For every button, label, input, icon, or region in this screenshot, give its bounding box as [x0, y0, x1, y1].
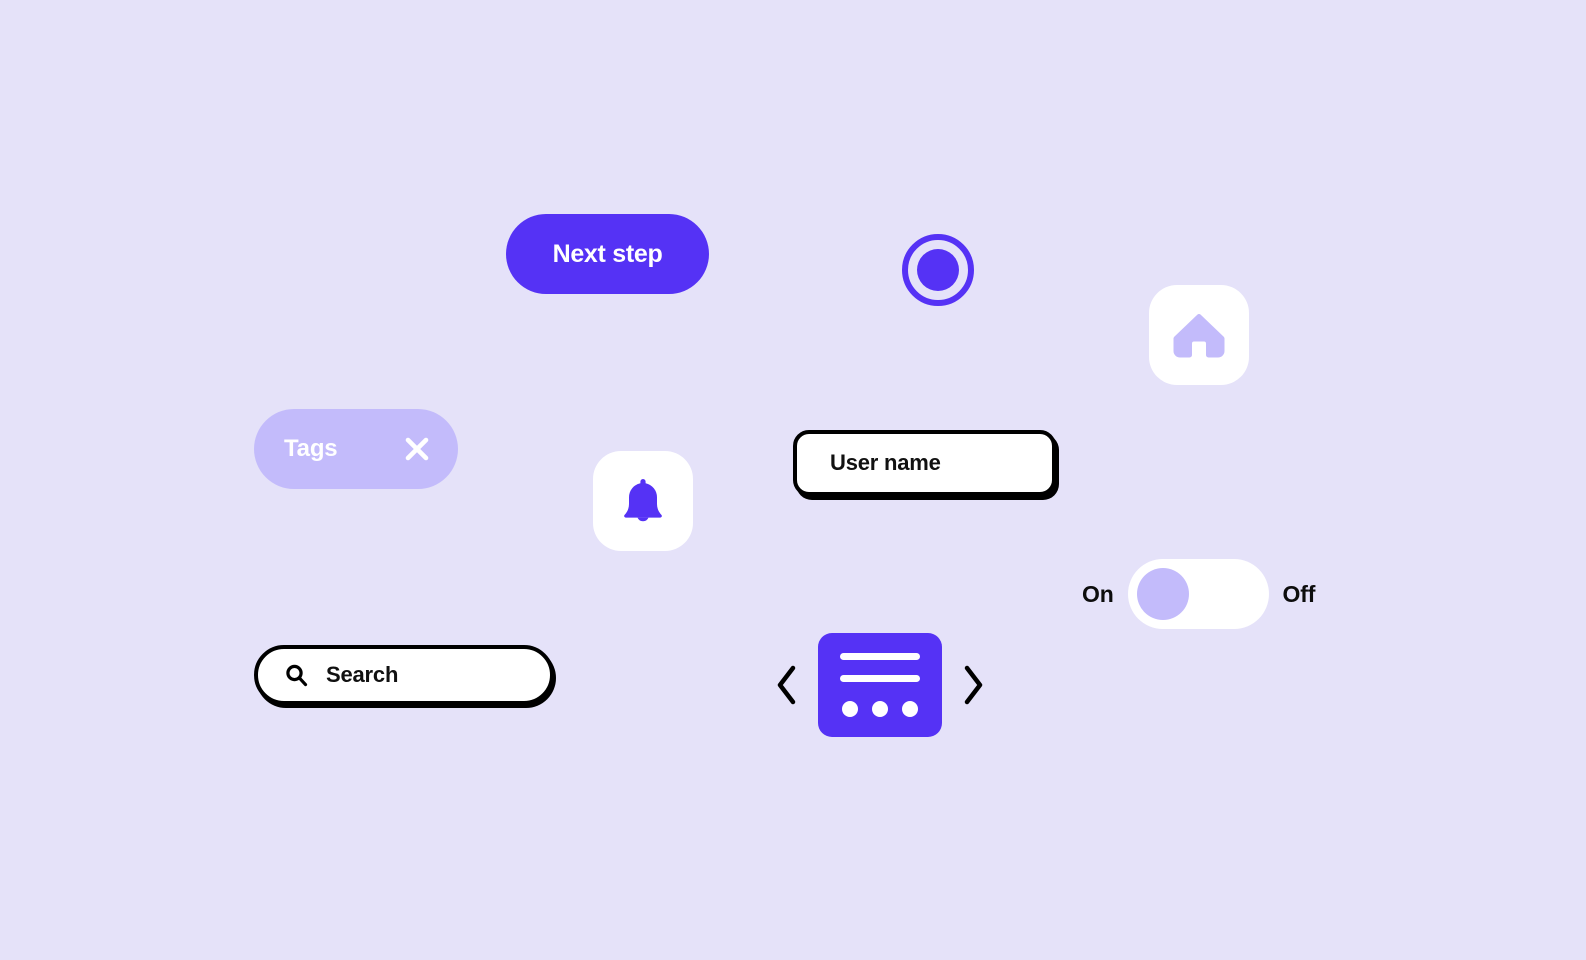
carousel-card[interactable]	[818, 633, 942, 737]
next-step-button-label: Next step	[552, 239, 663, 268]
chevron-left-icon[interactable]	[775, 663, 799, 707]
search-input[interactable]	[326, 662, 506, 688]
radio-button[interactable]	[902, 234, 974, 306]
tags-chip[interactable]: Tags	[254, 409, 458, 489]
carousel	[775, 630, 985, 740]
home-icon	[1173, 314, 1225, 358]
toggle-group: On Off	[1082, 559, 1322, 629]
toggle-label-on: On	[1082, 580, 1114, 607]
carousel-dot-3[interactable]	[902, 701, 918, 717]
toggle-knob[interactable]	[1136, 568, 1189, 620]
search-bar[interactable]	[254, 645, 554, 705]
carousel-dot-2[interactable]	[872, 701, 888, 717]
toggle-label-off: Off	[1282, 580, 1316, 607]
search-icon[interactable]	[284, 663, 309, 688]
chevron-right-icon[interactable]	[961, 663, 985, 707]
card-line-2	[840, 675, 920, 682]
card-line-1	[840, 653, 920, 660]
ui-kit-canvas: Next step Tags On Off	[0, 0, 1586, 960]
bell-icon-tile[interactable]	[593, 451, 693, 551]
tags-chip-label: Tags	[284, 435, 338, 462]
close-x-icon[interactable]	[404, 436, 430, 462]
bell-icon	[624, 479, 662, 522]
username-input[interactable]	[793, 430, 1056, 496]
carousel-dot-1[interactable]	[842, 701, 858, 717]
next-step-button[interactable]: Next step	[506, 214, 709, 294]
home-icon-tile[interactable]	[1149, 285, 1249, 385]
radio-button-dot	[917, 249, 959, 291]
carousel-dots	[842, 701, 918, 717]
toggle-switch[interactable]	[1127, 559, 1269, 629]
